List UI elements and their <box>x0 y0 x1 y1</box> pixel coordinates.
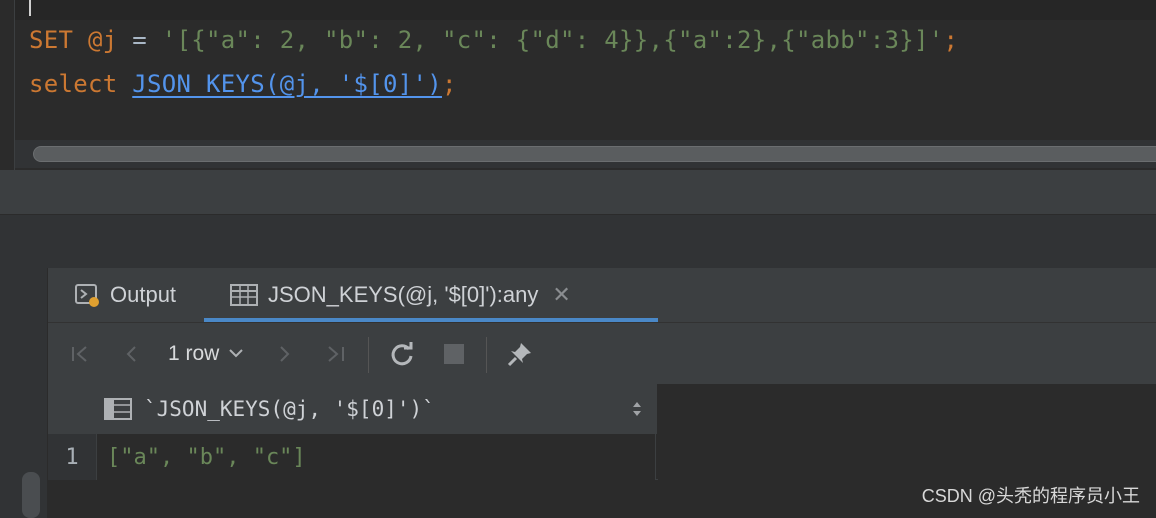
close-icon[interactable]: ✕ <box>552 282 570 308</box>
column-title-label: `JSON_KEYS(@j, '$[0]')` <box>144 397 435 421</box>
pin-icon <box>507 343 531 367</box>
tab-query-result-label: JSON_KEYS(@j, '$[0]'):any <box>268 282 539 307</box>
operator-assign: = <box>117 26 162 54</box>
tab-query-result[interactable]: JSON_KEYS(@j, '$[0]'):any ✕ <box>204 268 658 322</box>
editor-status-band <box>0 170 1156 214</box>
chevron-down-icon <box>227 342 245 366</box>
table-icon <box>230 283 258 307</box>
refresh-icon <box>391 342 413 366</box>
services-tool-window: Output JSON_KEYS(@j, '$[0]'):any ✕ 1 row… <box>0 268 1156 518</box>
last-page-icon <box>328 346 344 362</box>
row-count-selector[interactable]: 1 row <box>168 323 245 385</box>
console-output-icon <box>74 282 100 308</box>
table-row[interactable]: 1 ["a", "b", "c"] <box>48 434 658 480</box>
result-cell[interactable]: ["a", "b", "c"] <box>96 434 656 480</box>
last-page-button[interactable] <box>316 323 356 385</box>
code-line-1[interactable]: SET @j = '[{"a": 2, "b": 2, "c": {"d": 4… <box>29 26 958 54</box>
result-toolbar: 1 row <box>48 322 1156 384</box>
first-page-button[interactable] <box>62 323 98 385</box>
row-number-header <box>48 384 96 434</box>
stop-button[interactable] <box>436 323 472 385</box>
vertical-scrollbar-thumb[interactable] <box>22 472 40 518</box>
watermark: CSDN @头秃的程序员小王 <box>921 486 1140 506</box>
result-tabs: Output JSON_KEYS(@j, '$[0]'):any ✕ <box>48 268 1156 322</box>
pin-tab-button[interactable] <box>502 323 538 385</box>
semicolon: ; <box>441 70 457 98</box>
scrollbar-thumb[interactable] <box>33 146 1156 162</box>
row-number: 1 <box>48 434 96 480</box>
json-keys-call-link[interactable]: JSON_KEYS(@j, '$[0]') <box>132 70 442 98</box>
column-header[interactable]: `JSON_KEYS(@j, '$[0]')` <box>104 384 435 434</box>
grid-header: `JSON_KEYS(@j, '$[0]')` <box>48 384 658 434</box>
keyword-set: SET <box>29 26 74 54</box>
refresh-button[interactable] <box>384 323 420 385</box>
variable-j: @j <box>88 26 118 54</box>
sort-icon[interactable] <box>631 384 643 434</box>
toolbar-separator <box>368 337 369 373</box>
tab-output[interactable]: Output <box>74 268 176 322</box>
tab-output-label: Output <box>110 282 177 307</box>
editor-top-band <box>15 0 1156 20</box>
toolbar-separator <box>486 337 487 373</box>
column-icon <box>104 398 132 420</box>
sql-editor[interactable]: SET @j = '[{"a": 2, "b": 2, "c": {"d": 4… <box>0 0 1156 170</box>
first-page-icon <box>72 346 87 362</box>
row-count-label: 1 row <box>168 342 220 365</box>
services-tree-strip <box>0 268 48 518</box>
chevron-right-icon <box>280 346 290 362</box>
previous-page-button[interactable] <box>114 323 150 385</box>
chevron-left-icon <box>126 346 136 362</box>
keyword-select: select <box>29 70 118 98</box>
tool-window-header-band <box>0 214 1156 268</box>
stop-icon <box>444 344 464 364</box>
json-string-literal: '[{"a": 2, "b": 2, "c": {"d": 4}},{"a":2… <box>161 26 944 54</box>
code-line-2[interactable]: select JSON_KEYS(@j, '$[0]'); <box>29 70 457 98</box>
text-caret <box>29 0 31 16</box>
semicolon: ; <box>943 26 959 54</box>
next-page-button[interactable] <box>266 323 302 385</box>
horizontal-scrollbar[interactable] <box>15 140 1156 168</box>
